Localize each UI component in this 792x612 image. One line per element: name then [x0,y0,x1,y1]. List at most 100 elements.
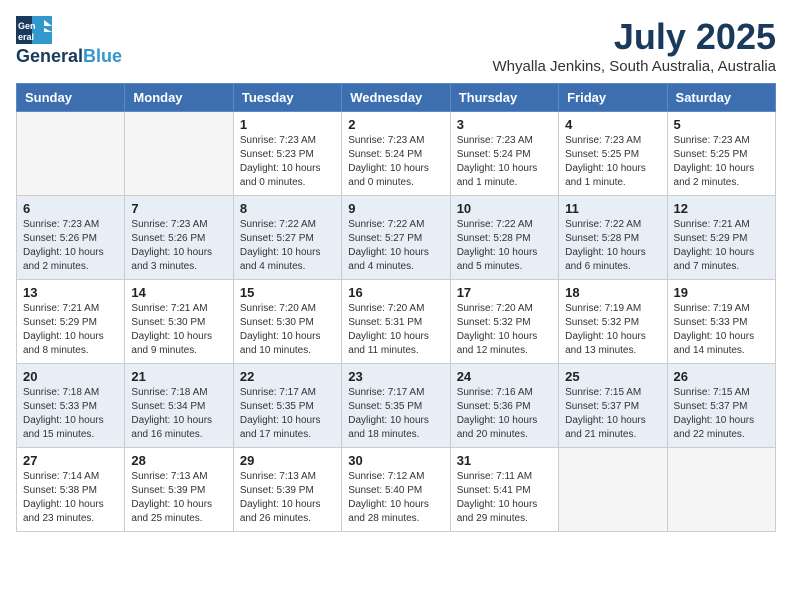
calendar-cell: 17Sunrise: 7:20 AM Sunset: 5:32 PM Dayli… [450,280,558,364]
day-info: Sunrise: 7:14 AM Sunset: 5:38 PM Dayligh… [23,470,118,526]
day-info: Sunrise: 7:21 AM Sunset: 5:30 PM Dayligh… [131,302,226,358]
day-number: 26 [674,369,769,384]
calendar-cell: 31Sunrise: 7:11 AM Sunset: 5:41 PM Dayli… [450,448,558,532]
calendar-cell: 6Sunrise: 7:23 AM Sunset: 5:26 PM Daylig… [17,196,125,280]
day-info: Sunrise: 7:18 AM Sunset: 5:33 PM Dayligh… [23,386,118,442]
day-number: 1 [240,117,335,132]
calendar-cell: 13 Sunrise: 7:21 AM Sunset: 5:29 PM Dayli… [17,280,125,364]
day-info: Sunrise: 7:23 AM Sunset: 5:24 PM Dayligh… [348,134,443,190]
day-number: 16 [348,285,443,300]
header-sunday: Sunday [17,84,125,112]
calendar-cell: 25 Sunrise: 7:15 AM Sunset: 5:37 PM Dayli… [559,364,667,448]
calendar-cell: 22Sunrise: 7:17 AM Sunset: 5:35 PM Dayli… [233,364,341,448]
day-info: Sunrise: 7:17 AM Sunset: 5:35 PM Dayligh… [348,386,443,442]
day-info: Sunrise: 7:16 AM Sunset: 5:36 PM Dayligh… [457,386,552,442]
day-info: Sunrise: 7:23 AM Sunset: 5:23 PM Dayligh… [240,134,335,190]
calendar-cell [125,112,233,196]
day-info: Sunrise: 7:23 AM Sunset: 5:25 PM Dayligh… [674,134,769,190]
day-info: Sunrise: 7:15 AM Sunset: 5:37 PM Dayligh… [565,386,660,442]
logo-icon: Gen eral [16,16,52,44]
calendar-cell: 30 Sunrise: 7:12 AM Sunset: 5:40 PM Dayli… [342,448,450,532]
day-info: Sunrise: 7:21 AM Sunset: 5:29 PM Dayligh… [23,302,118,358]
calendar-cell: 2 Sunrise: 7:23 AM Sunset: 5:24 PM Daylig… [342,112,450,196]
calendar-cell [667,448,775,532]
day-number: 27 [23,453,118,468]
day-info: Sunrise: 7:23 AM Sunset: 5:26 PM Dayligh… [23,218,118,274]
calendar-cell: 15 Sunrise: 7:20 AM Sunset: 5:30 PM Dayli… [233,280,341,364]
day-number: 12 [674,201,769,216]
header-wednesday: Wednesday [342,84,450,112]
header-friday: Friday [559,84,667,112]
day-number: 19 [674,285,769,300]
day-number: 28 [131,453,226,468]
calendar-cell: 10Sunrise: 7:22 AM Sunset: 5:28 PM Dayli… [450,196,558,280]
day-number: 15 [240,285,335,300]
calendar-cell: 26 Sunrise: 7:15 AM Sunset: 5:37 PM Dayli… [667,364,775,448]
day-info: Sunrise: 7:23 AM Sunset: 5:25 PM Dayligh… [565,134,660,190]
calendar-cell: 11Sunrise: 7:22 AM Sunset: 5:28 PM Dayli… [559,196,667,280]
day-number: 17 [457,285,552,300]
day-number: 24 [457,369,552,384]
day-number: 20 [23,369,118,384]
day-info: Sunrise: 7:23 AM Sunset: 5:24 PM Dayligh… [457,134,552,190]
week-row-3: 13 Sunrise: 7:21 AM Sunset: 5:29 PM Dayli… [17,280,776,364]
calendar-cell: 7 Sunrise: 7:23 AM Sunset: 5:26 PM Daylig… [125,196,233,280]
week-row-1: 1 Sunrise: 7:23 AM Sunset: 5:23 PM Daylig… [17,112,776,196]
calendar-cell: 20 Sunrise: 7:18 AM Sunset: 5:33 PM Dayli… [17,364,125,448]
day-number: 22 [240,369,335,384]
day-number: 29 [240,453,335,468]
calendar-cell [559,448,667,532]
calendar-cell: 23 Sunrise: 7:17 AM Sunset: 5:35 PM Dayli… [342,364,450,448]
calendar-cell: 3 Sunrise: 7:23 AM Sunset: 5:24 PM Daylig… [450,112,558,196]
day-number: 14 [131,285,226,300]
logo-blue-text: Blue [83,46,122,67]
day-info: Sunrise: 7:13 AM Sunset: 5:39 PM Dayligh… [240,470,335,526]
day-number: 3 [457,117,552,132]
calendar-cell: 14 Sunrise: 7:21 AM Sunset: 5:30 PM Dayli… [125,280,233,364]
calendar-header-row: SundayMondayTuesdayWednesdayThursdayFrid… [17,84,776,112]
day-info: Sunrise: 7:13 AM Sunset: 5:39 PM Dayligh… [131,470,226,526]
day-number: 31 [457,453,552,468]
week-row-4: 20 Sunrise: 7:18 AM Sunset: 5:33 PM Dayli… [17,364,776,448]
day-number: 4 [565,117,660,132]
calendar-cell: 18Sunrise: 7:19 AM Sunset: 5:32 PM Dayli… [559,280,667,364]
day-info: Sunrise: 7:22 AM Sunset: 5:28 PM Dayligh… [565,218,660,274]
day-info: Sunrise: 7:15 AM Sunset: 5:37 PM Dayligh… [674,386,769,442]
logo: Gen eral GeneralBlue [16,16,122,67]
day-info: Sunrise: 7:19 AM Sunset: 5:33 PM Dayligh… [674,302,769,358]
day-number: 25 [565,369,660,384]
day-number: 7 [131,201,226,216]
calendar-cell: 5 Sunrise: 7:23 AM Sunset: 5:25 PM Daylig… [667,112,775,196]
day-number: 2 [348,117,443,132]
week-row-2: 6Sunrise: 7:23 AM Sunset: 5:26 PM Daylig… [17,196,776,280]
day-number: 30 [348,453,443,468]
calendar-cell: 24 Sunrise: 7:16 AM Sunset: 5:36 PM Dayli… [450,364,558,448]
day-number: 21 [131,369,226,384]
header-tuesday: Tuesday [233,84,341,112]
day-info: Sunrise: 7:23 AM Sunset: 5:26 PM Dayligh… [131,218,226,274]
day-info: Sunrise: 7:20 AM Sunset: 5:31 PM Dayligh… [348,302,443,358]
calendar-cell: 12 Sunrise: 7:21 AM Sunset: 5:29 PM Dayli… [667,196,775,280]
calendar-cell: 1 Sunrise: 7:23 AM Sunset: 5:23 PM Daylig… [233,112,341,196]
header-monday: Monday [125,84,233,112]
calendar-table: SundayMondayTuesdayWednesdayThursdayFrid… [16,83,776,532]
header-thursday: Thursday [450,84,558,112]
calendar-cell: 21Sunrise: 7:18 AM Sunset: 5:34 PM Dayli… [125,364,233,448]
day-info: Sunrise: 7:22 AM Sunset: 5:27 PM Dayligh… [348,218,443,274]
calendar-cell: 19 Sunrise: 7:19 AM Sunset: 5:33 PM Dayli… [667,280,775,364]
svg-text:eral: eral [18,32,34,42]
day-number: 10 [457,201,552,216]
calendar-cell: 8Sunrise: 7:22 AM Sunset: 5:27 PM Daylig… [233,196,341,280]
day-info: Sunrise: 7:21 AM Sunset: 5:29 PM Dayligh… [674,218,769,274]
day-number: 13 [23,285,118,300]
day-number: 9 [348,201,443,216]
day-info: Sunrise: 7:20 AM Sunset: 5:30 PM Dayligh… [240,302,335,358]
calendar-cell [17,112,125,196]
day-number: 23 [348,369,443,384]
calendar-cell: 4 Sunrise: 7:23 AM Sunset: 5:25 PM Daylig… [559,112,667,196]
header-saturday: Saturday [667,84,775,112]
day-number: 8 [240,201,335,216]
day-number: 5 [674,117,769,132]
week-row-5: 27 Sunrise: 7:14 AM Sunset: 5:38 PM Dayli… [17,448,776,532]
day-info: Sunrise: 7:12 AM Sunset: 5:40 PM Dayligh… [348,470,443,526]
